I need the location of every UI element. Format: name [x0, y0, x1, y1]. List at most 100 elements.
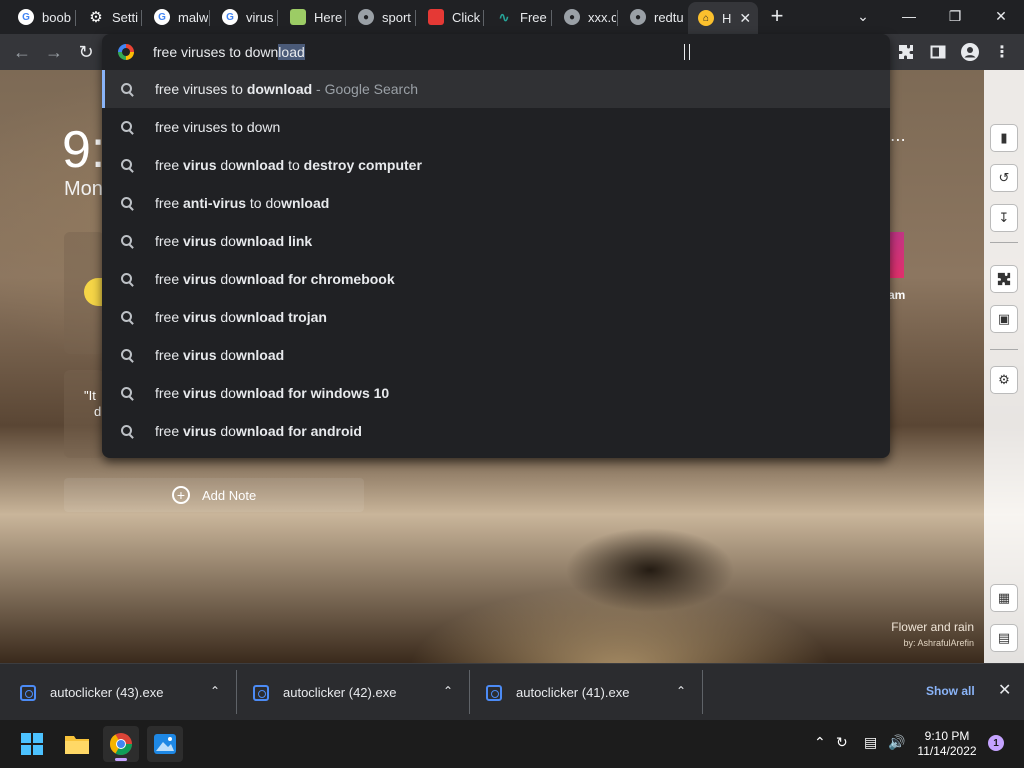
google-icon: G	[222, 9, 238, 25]
bookmarks-sidebar-button[interactable]: ▮	[990, 124, 1018, 152]
download-icon: ↧	[998, 210, 1010, 225]
history-sidebar-button[interactable]: ↺	[990, 164, 1018, 192]
suggestion-text-part: free viruses to	[155, 81, 247, 97]
close-tab-icon[interactable]: ✕	[739, 10, 751, 27]
tab-8[interactable]: ● xxx.c	[554, 4, 616, 30]
photo-credit[interactable]: Flower and rain by: AshrafulArefin	[860, 620, 974, 648]
tab-separator	[551, 10, 552, 26]
tab-3[interactable]: Gvirus	[212, 4, 276, 30]
download-separator	[469, 670, 470, 714]
maximize-button[interactable]: ❐	[932, 0, 978, 32]
address-selected-text: load	[278, 44, 305, 60]
tab-6[interactable]: Click	[418, 4, 482, 30]
tab-2[interactable]: Gmalw	[144, 4, 208, 30]
chevron-up-icon[interactable]: ⌃	[210, 684, 220, 698]
tab-separator	[141, 10, 142, 26]
address-input[interactable]: free viruses to download	[153, 44, 305, 60]
chevron-up-icon[interactable]: ⌃	[443, 684, 453, 698]
address-text: free viruses to down	[153, 44, 279, 60]
tab-1[interactable]: ⚙ Setti	[78, 4, 140, 30]
forward-button[interactable]: →	[42, 40, 66, 64]
suggestion-item[interactable]: free virus download	[102, 336, 890, 374]
minimize-button[interactable]: —	[886, 0, 932, 32]
suggestion-text-part: to	[284, 157, 304, 173]
suggestion-text: free anti-virus to download	[155, 195, 329, 211]
start-button[interactable]	[14, 726, 50, 762]
windows-taskbar: ⌃ ↻ ▤ 🔊 9:10 PM 11/14/2022 1	[0, 720, 1024, 768]
suggestion-suffix: - Google Search	[312, 81, 418, 97]
suggestion-item[interactable]: free virus download to destroy computer	[102, 146, 890, 184]
search-icon	[120, 272, 134, 286]
exe-file-icon	[20, 684, 36, 701]
photos-taskbar-button[interactable]	[147, 726, 183, 762]
sync-icon[interactable]: ↻	[836, 734, 848, 751]
suggestion-text: free virus download	[155, 347, 284, 363]
notification-badge[interactable]: 1	[988, 735, 1004, 751]
tab-0[interactable]: Gboob	[8, 4, 74, 30]
suggestion-item[interactable]: free anti-virus to download	[102, 184, 890, 222]
suggestion-text-bold: virus	[183, 385, 217, 401]
suggestion-text-part: free	[155, 195, 184, 211]
download-item[interactable]: autoclicker (41).exe ⌃	[486, 664, 686, 721]
menu-button[interactable]: ⋮	[990, 40, 1014, 64]
suggestion-item[interactable]: free virus download for chromebook	[102, 260, 890, 298]
suggestion-text-part: to do	[246, 195, 282, 211]
close-download-bar-button[interactable]: ✕	[998, 680, 1011, 700]
suggestion-text-bold: wnload	[281, 195, 330, 211]
network-icon[interactable]: ▤	[864, 734, 877, 751]
suggestion-text-bold: wnload for android	[235, 423, 362, 439]
extensions-button[interactable]	[894, 40, 918, 64]
exe-file-icon	[253, 684, 269, 701]
store-sidebar-button[interactable]: ▣	[990, 305, 1018, 333]
tab-4[interactable]: Here	[280, 4, 344, 30]
suggestion-text-part: free	[155, 233, 184, 249]
wallpaper-sidebar-button[interactable]: ▤	[990, 624, 1018, 652]
suggestion-item[interactable]: free viruses to download - Google Search	[102, 70, 890, 108]
volume-icon[interactable]: 🔊	[888, 734, 905, 751]
address-bar[interactable]: free viruses to download	[102, 34, 890, 70]
tab-10[interactable]: ⌂ H ✕	[688, 2, 758, 34]
close-window-button[interactable]: ✕	[978, 0, 1024, 32]
show-all-downloads-link[interactable]: Show all	[926, 684, 975, 698]
tab-5[interactable]: ● sport	[348, 4, 414, 30]
tab-7[interactable]: ∿ Free	[486, 4, 550, 30]
search-icon	[120, 82, 134, 96]
taskbar-clock[interactable]: 9:10 PM 11/14/2022	[914, 729, 980, 759]
file-explorer-button[interactable]	[59, 726, 95, 762]
profile-button[interactable]	[958, 40, 982, 64]
downloads-sidebar-button[interactable]: ↧	[990, 204, 1018, 232]
suggestion-item[interactable]: free virus download for windows 10	[102, 374, 890, 412]
plus-icon: +	[172, 486, 190, 504]
back-button[interactable]: ←	[10, 40, 34, 64]
side-panel-button[interactable]	[926, 40, 950, 64]
tab-search-button[interactable]: ⌄	[840, 0, 886, 32]
suggestion-text: free viruses to down	[155, 119, 280, 135]
tab-9[interactable]: ● redtu	[620, 4, 684, 30]
suggestion-item[interactable]: free virus download for android	[102, 412, 890, 450]
exe-file-icon	[486, 684, 502, 701]
tab-label: virus	[246, 9, 274, 25]
screenshot-sidebar-button[interactable]: ▦	[990, 584, 1018, 612]
new-tab-button[interactable]: +	[766, 5, 788, 28]
apps-grid-icon[interactable]: ⋯	[890, 130, 906, 150]
download-item[interactable]: autoclicker (42).exe ⌃	[253, 664, 453, 721]
add-note-button[interactable]: + Add Note	[64, 478, 364, 512]
image-icon: ▤	[997, 630, 1011, 645]
suggestion-item[interactable]: free virus download link	[102, 222, 890, 260]
suggestion-text-part: do	[216, 309, 236, 325]
chevron-up-icon[interactable]: ⌃	[814, 734, 826, 751]
suggestion-item[interactable]: free viruses to down	[102, 108, 890, 146]
download-item[interactable]: autoclicker (43).exe ⌃	[20, 664, 220, 721]
tab-strip: Gboob ⚙ Setti Gmalw Gvirus Here ● sport Click ∿ Fr…	[0, 0, 1024, 34]
settings-sidebar-button[interactable]: ⚙	[990, 366, 1018, 394]
reload-button[interactable]: ↻	[74, 40, 98, 64]
chevron-up-icon[interactable]: ⌃	[676, 684, 686, 698]
briefcase-icon: ▣	[997, 311, 1011, 326]
suggestion-text: free viruses to download - Google Search	[155, 81, 418, 97]
globe-icon: ●	[358, 9, 374, 25]
suggestion-text-bold: wnload	[235, 157, 285, 173]
suggestion-item[interactable]: free virus download trojan	[102, 298, 890, 336]
extensions-sidebar-button[interactable]	[990, 265, 1018, 293]
search-icon	[120, 196, 134, 210]
chrome-taskbar-button[interactable]	[103, 726, 139, 762]
